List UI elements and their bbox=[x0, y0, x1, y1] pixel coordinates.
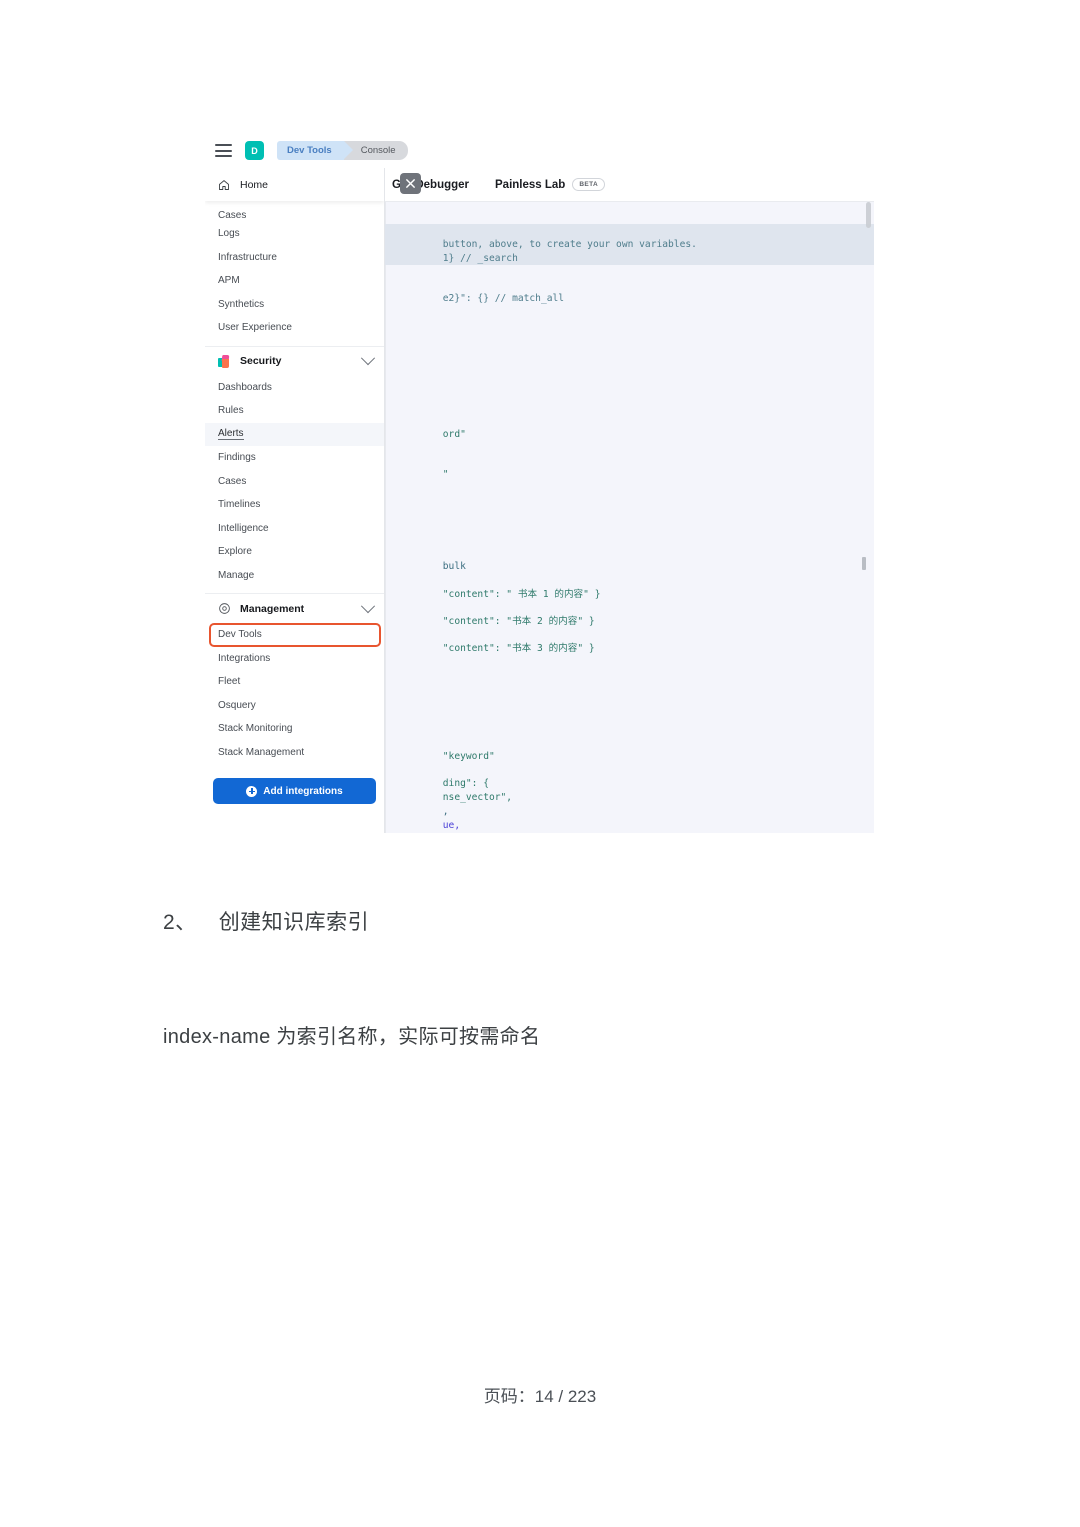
code-line: ue, bbox=[385, 805, 874, 833]
hamburger-menu-icon[interactable] bbox=[215, 144, 232, 157]
panel-splitter-handle[interactable] bbox=[862, 557, 866, 570]
sidebar-section-management-label: Management bbox=[240, 602, 305, 615]
sidebar-item-osquery[interactable]: Osquery bbox=[205, 694, 384, 718]
code-text: "content": " 书本 1 的内容" } bbox=[442, 588, 601, 600]
sidebar-item-stack-monitoring[interactable]: Stack Monitoring bbox=[205, 717, 384, 741]
sidebar-item-rules[interactable]: Rules bbox=[205, 399, 384, 423]
sidebar-item-label: Integrations bbox=[218, 652, 271, 664]
sidebar-item-home-label: Home bbox=[240, 178, 269, 191]
plus-circle-icon bbox=[246, 785, 258, 797]
breadcrumb: Dev Tools Console bbox=[277, 141, 408, 160]
code-line: e2}": {} // match_all bbox=[385, 278, 874, 319]
code-text: bulk bbox=[442, 560, 466, 572]
sidebar-item-apm[interactable]: APM bbox=[205, 269, 384, 293]
sidebar-item-dev-tools[interactable]: Dev Tools bbox=[205, 623, 384, 647]
sidebar-item-label: Infrastructure bbox=[218, 251, 277, 263]
sidebar-item-home[interactable]: Home bbox=[205, 168, 384, 201]
breadcrumb-dev-tools[interactable]: Dev Tools bbox=[277, 141, 353, 160]
avatar[interactable]: D bbox=[245, 141, 264, 160]
code-text: "keyword" bbox=[442, 750, 495, 762]
sidebar-item-label: Stack Management bbox=[218, 746, 305, 758]
sidebar-item-label: Rules bbox=[218, 405, 244, 417]
close-button-overlay[interactable] bbox=[400, 173, 421, 194]
page-title: 2、 创建知识库索引 bbox=[163, 906, 369, 936]
chevron-down-icon[interactable] bbox=[360, 351, 376, 366]
code-line: "content": "书本 3 的内容" } bbox=[385, 628, 874, 669]
body-paragraph: index-name 为索引名称，实际可按需命名 bbox=[163, 1026, 541, 1048]
heading-number: 2、 bbox=[163, 911, 197, 934]
heading-text: 创建知识库索引 bbox=[218, 911, 370, 934]
sidebar-section-management[interactable]: Management bbox=[205, 593, 384, 623]
gear-icon bbox=[219, 603, 230, 614]
page-footer: 页码：14 / 223 bbox=[483, 1387, 597, 1406]
sidebar-item-label: Findings bbox=[218, 452, 256, 464]
code-line: ord" bbox=[385, 414, 874, 455]
sidebar-section-security-label: Security bbox=[240, 355, 282, 367]
console-panel: Ge Debugger Painless Lab BETA bbox=[385, 168, 874, 833]
sidebar-item-label: Osquery bbox=[218, 699, 256, 711]
sidebar-section-security[interactable]: Security bbox=[205, 345, 384, 376]
console-editor[interactable]: button, above, to create your own variab… bbox=[385, 202, 874, 833]
sidebar-item-label: Logs bbox=[218, 228, 240, 240]
elastic-security-icon bbox=[218, 354, 231, 368]
sidebar-item-cases[interactable]: Cases bbox=[205, 470, 384, 494]
sidebar: Home Cases Logs Infrastructure APM Synth… bbox=[205, 168, 385, 833]
sidebar-item-timelines[interactable]: Timelines bbox=[205, 493, 384, 517]
sidebar-item-infrastructure[interactable]: Infrastructure bbox=[205, 246, 384, 270]
sidebar-item-label: Fleet bbox=[218, 676, 241, 688]
app-body: Home Cases Logs Infrastructure APM Synth… bbox=[205, 168, 874, 833]
sidebar-item-label: Intelligence bbox=[218, 522, 269, 534]
code-text: "content": "书本 3 的内容" } bbox=[442, 642, 595, 654]
home-icon bbox=[219, 179, 229, 190]
sidebar-item-stack-management[interactable]: Stack Management bbox=[205, 741, 384, 765]
sidebar-item-alerts[interactable]: Alerts bbox=[205, 422, 384, 446]
code-text: " bbox=[442, 468, 449, 480]
sidebar-item-manage[interactable]: Manage bbox=[205, 564, 384, 588]
sidebar-item-dashboards[interactable]: Dashboards bbox=[205, 376, 384, 400]
sidebar-item-label: Timelines bbox=[218, 499, 261, 511]
sidebar-item-label: Manage bbox=[218, 569, 255, 581]
sidebar-item-label: User Experience bbox=[218, 322, 292, 334]
sidebar-item-label: Stack Monitoring bbox=[218, 723, 293, 735]
code-line: " bbox=[385, 454, 874, 495]
code-text: ue, bbox=[442, 819, 461, 831]
sidebar-item-explore[interactable]: Explore bbox=[205, 540, 384, 564]
tab-painless-lab-label: Painless Lab bbox=[495, 178, 566, 191]
sidebar-item-label: Dashboards bbox=[218, 381, 272, 393]
sidebar-item-label: Synthetics bbox=[218, 298, 265, 310]
code-text: e2}": {} // match_all bbox=[442, 292, 565, 304]
console-tabbar: Ge Debugger Painless Lab BETA bbox=[385, 168, 874, 202]
code-text: "content": "书本 2 的内容" } bbox=[442, 615, 595, 627]
sidebar-item-label: Cases bbox=[218, 475, 247, 487]
sidebar-item-user-experience[interactable]: User Experience bbox=[205, 316, 384, 340]
add-integrations-label: Add integrations bbox=[263, 785, 343, 797]
sidebar-item-integrations[interactable]: Integrations bbox=[205, 647, 384, 671]
close-icon bbox=[406, 179, 415, 188]
sidebar-item-synthetics[interactable]: Synthetics bbox=[205, 293, 384, 317]
sidebar-item-label: Alerts bbox=[218, 428, 244, 441]
sidebar-item-findings[interactable]: Findings bbox=[205, 446, 384, 470]
vertical-scrollbar[interactable] bbox=[866, 202, 871, 228]
tab-debugger[interactable]: Debugger bbox=[415, 179, 469, 191]
app-header: D Dev Tools Console bbox=[205, 133, 874, 168]
sidebar-item-intelligence[interactable]: Intelligence bbox=[205, 517, 384, 541]
sidebar-item-label: APM bbox=[218, 275, 240, 287]
sidebar-scroll-area[interactable]: Cases Logs Infrastructure APM Synthetics… bbox=[205, 201, 384, 833]
sidebar-item-label: Explore bbox=[218, 546, 252, 558]
add-integrations-button[interactable]: Add integrations bbox=[213, 778, 376, 804]
code-text: 1} // _search bbox=[442, 252, 518, 264]
sidebar-item-fleet[interactable]: Fleet bbox=[205, 670, 384, 694]
sidebar-item-label: Cases bbox=[218, 210, 247, 221]
code-line: 1} // _search bbox=[385, 238, 874, 279]
beta-badge: BETA bbox=[572, 178, 606, 191]
code-text: ord" bbox=[442, 428, 466, 440]
sidebar-item-label: Dev Tools bbox=[218, 629, 262, 641]
tab-painless-lab[interactable]: Painless Lab BETA bbox=[495, 178, 606, 191]
embedded-screenshot: D Dev Tools Console Home Cases Logs Infr… bbox=[205, 133, 874, 833]
sidebar-item-logs[interactable]: Logs bbox=[205, 222, 384, 246]
tab-debugger-label: Debugger bbox=[415, 178, 470, 191]
breadcrumb-console[interactable]: Console bbox=[343, 141, 408, 160]
chevron-down-icon[interactable] bbox=[360, 598, 376, 613]
